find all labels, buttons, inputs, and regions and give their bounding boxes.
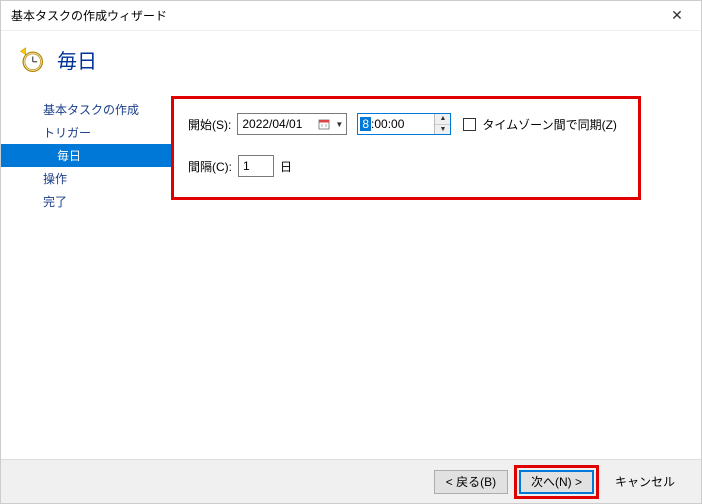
- wizard-window: 基本タスクの作成ウィザード ✕ 毎日 基本タスクの作成 トリガー 毎日 操作 完…: [0, 0, 702, 504]
- date-field[interactable]: [238, 117, 316, 131]
- sidebar-item-trigger[interactable]: トリガー: [1, 121, 171, 144]
- interval-label: 間隔(C):: [188, 158, 232, 175]
- chevron-down-icon[interactable]: ▼: [332, 114, 346, 134]
- wizard-sidebar: 基本タスクの作成 トリガー 毎日 操作 完了: [1, 88, 171, 454]
- back-button[interactable]: < 戻る(B): [434, 470, 508, 494]
- interval-unit: 日: [280, 158, 292, 175]
- time-spinner[interactable]: ▲ ▼: [434, 114, 450, 134]
- wizard-body: 基本タスクの作成 トリガー 毎日 操作 完了 開始(S): ▼: [1, 88, 701, 454]
- next-button[interactable]: 次へ(N) >: [519, 470, 594, 494]
- time-rest[interactable]: :00:00: [371, 117, 404, 131]
- settings-highlight: 開始(S): ▼ 8:00:00 ▲: [171, 96, 641, 200]
- next-highlight: 次へ(N) >: [514, 465, 599, 499]
- close-icon: ✕: [671, 7, 683, 24]
- time-picker[interactable]: 8:00:00 ▲ ▼: [357, 113, 451, 135]
- spinner-up-icon[interactable]: ▲: [435, 114, 450, 125]
- interval-field[interactable]: [238, 155, 274, 177]
- cancel-button[interactable]: キャンセル: [605, 470, 685, 494]
- wizard-footer: < 戻る(B) 次へ(N) > キャンセル: [1, 459, 701, 503]
- sidebar-item-action[interactable]: 操作: [1, 167, 171, 190]
- sidebar-item-daily[interactable]: 毎日: [1, 144, 171, 167]
- date-picker[interactable]: ▼: [237, 113, 347, 135]
- time-hour-selected[interactable]: 8: [360, 117, 371, 131]
- timezone-checkbox[interactable]: [463, 118, 476, 131]
- spinner-down-icon[interactable]: ▼: [435, 125, 450, 135]
- sidebar-item-create-task[interactable]: 基本タスクの作成: [1, 98, 171, 121]
- start-row: 開始(S): ▼ 8:00:00 ▲: [188, 113, 624, 135]
- time-field[interactable]: 8:00:00: [358, 117, 434, 131]
- clock-wizard-icon: [17, 46, 45, 74]
- window-title: 基本タスクの作成ウィザード: [11, 7, 657, 24]
- titlebar: 基本タスクの作成ウィザード ✕: [1, 1, 701, 31]
- start-label: 開始(S):: [188, 116, 231, 133]
- wizard-header: 毎日: [1, 31, 701, 88]
- sidebar-item-finish[interactable]: 完了: [1, 190, 171, 213]
- wizard-content: 開始(S): ▼ 8:00:00 ▲: [171, 88, 701, 454]
- timezone-label: タイムゾーン間で同期(Z): [482, 116, 616, 133]
- page-title: 毎日: [57, 45, 97, 74]
- calendar-icon[interactable]: [316, 114, 332, 134]
- interval-row: 間隔(C): 日: [188, 155, 624, 177]
- close-button[interactable]: ✕: [657, 2, 697, 30]
